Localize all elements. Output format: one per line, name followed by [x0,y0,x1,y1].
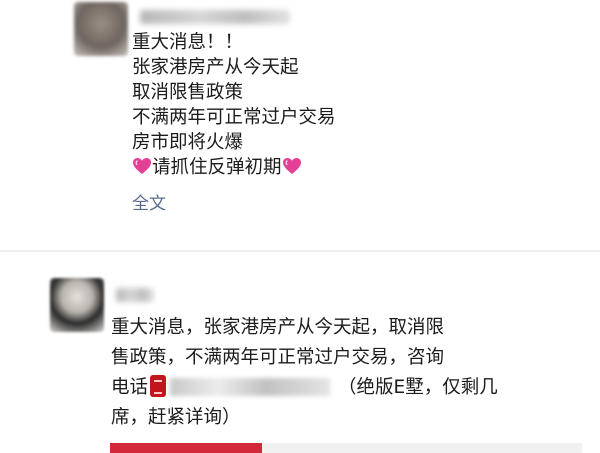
full-text-link[interactable]: 全文 [132,189,166,214]
post-line-phone: 电话 （绝版E墅，仅剩几 [111,373,581,403]
post-text: 重大消息！！ 张家港房产从今天起 取消限售政策 不满两年可正常过户交易 房市即将… [132,30,336,180]
avatar[interactable] [50,278,104,332]
post-line: 请抓住反弹初期 [152,157,282,178]
post-line: 张家港房产从今天起 [132,57,299,78]
image-thumbnail[interactable] [262,443,582,453]
post-line: 房市即将火爆 [132,132,244,153]
post-line: （绝版E墅，仅剩几 [338,377,498,398]
divider [0,250,600,252]
username-blurred[interactable] [116,288,154,302]
avatar[interactable] [74,2,128,56]
moment-post-2: 重大消息，张家港房产从今天起，取消限 售政策，不满两年可正常过户交易，咨询 电话… [0,268,600,453]
post-line: 重大消息！！ [132,32,244,53]
username-blurred[interactable] [140,10,290,24]
post-line: 取消限售政策 [132,82,244,103]
post-line: 重大消息，张家港房产从今天起，取消限 [111,317,445,338]
sparkling-heart-icon [282,157,302,175]
sparkling-heart-icon [132,157,152,175]
phone-icon [150,375,167,397]
post-line: 席，赶紧详询） [111,407,241,428]
post-line: 售政策，不满两年可正常过户交易，咨询 [111,347,445,368]
moment-post-1: 重大消息！！ 张家港房产从今天起 取消限售政策 不满两年可正常过户交易 房市即将… [0,0,600,236]
image-thumbnail[interactable] [110,443,264,453]
post-line-with-hearts: 请抓住反弹初期 [132,155,336,180]
phone-number-blurred[interactable] [170,378,331,396]
post-text: 重大消息，张家港房产从今天起，取消限 售政策，不满两年可正常过户交易，咨询 电话… [111,313,581,433]
post-line: 不满两年可正常过户交易 [132,107,336,128]
phone-label: 电话 [111,377,149,398]
